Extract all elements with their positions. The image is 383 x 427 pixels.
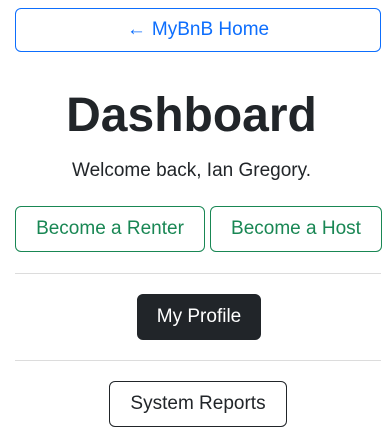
my-profile-label: My Profile [156,306,242,327]
home-link-label: MyBnB Home [151,19,270,40]
become-host-label: Become a Host [231,218,361,239]
divider [15,360,381,361]
become-renter-button[interactable]: Become a Renter [15,206,205,252]
left-arrow-icon: ← [126,19,146,40]
divider [15,273,381,274]
become-host-button[interactable]: Become a Host [210,206,382,252]
system-reports-label: System Reports [130,393,266,414]
become-renter-label: Become a Renter [36,218,184,239]
welcome-message: Welcome back, Ian Gregory. [71,160,311,181]
system-reports-button[interactable]: System Reports [109,381,287,427]
home-link-button[interactable]: ← MyBnB Home [15,8,381,52]
my-profile-button[interactable]: My Profile [137,294,261,340]
page-title: Dashboard [66,89,317,142]
